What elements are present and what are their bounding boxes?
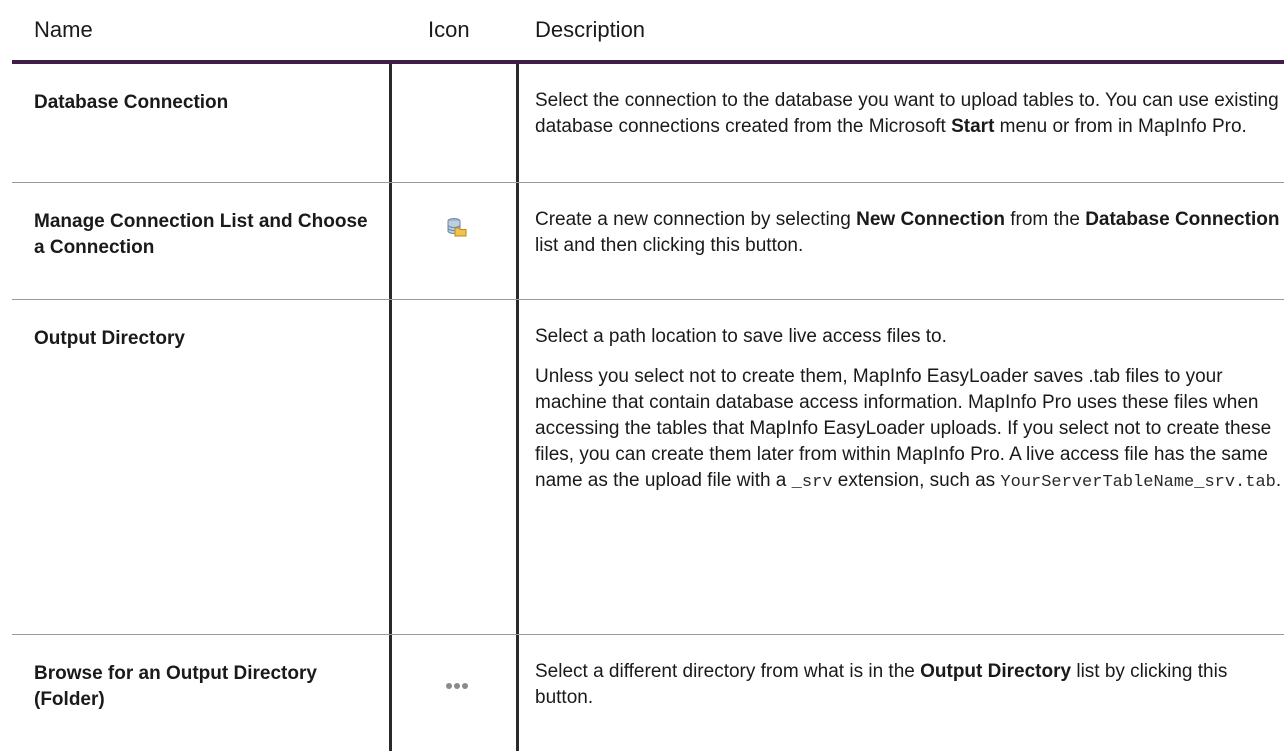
table-row: Database Connection Select the connectio… (12, 64, 1284, 183)
row-description: Select the connection to the database yo… (535, 90, 1279, 137)
database-folder-icon (447, 218, 467, 237)
description-cell: Select a different directory from what i… (519, 635, 1284, 751)
description-cell: Select the connection to the database yo… (519, 64, 1284, 182)
row-description: Select a different directory from what i… (535, 661, 1228, 708)
ellipsis-icon (446, 683, 468, 689)
icon-cell (392, 64, 519, 182)
icon-cell (392, 183, 519, 299)
header-description: Description (535, 17, 646, 42)
name-cell: Database Connection (12, 64, 392, 182)
row-name: Browse for an Output Directory (Folder) (34, 663, 317, 710)
row-name: Database Connection (34, 92, 229, 113)
name-cell: Output Directory (12, 300, 392, 634)
row-description: Create a new connection by selecting New… (535, 209, 1280, 256)
name-cell: Manage Connection List and Choose a Conn… (12, 183, 392, 299)
description-cell: Select a path location to save live acce… (519, 300, 1284, 634)
table-row: Output Directory Select a path location … (12, 300, 1284, 635)
table-header: Name Icon Description (12, 0, 1284, 64)
icon-cell (392, 300, 519, 634)
header-icon: Icon (428, 17, 470, 42)
reference-table: Name Icon Description Database Connectio… (12, 0, 1284, 751)
name-cell: Browse for an Output Directory (Folder) (12, 635, 392, 751)
row-name: Output Directory (34, 328, 185, 349)
table-row: Browse for an Output Directory (Folder) … (12, 635, 1284, 751)
row-description-summary: Select a path location to save live acce… (535, 326, 947, 347)
header-name: Name (34, 17, 93, 42)
table-row: Manage Connection List and Choose a Conn… (12, 183, 1284, 300)
row-name: Manage Connection List and Choose a Conn… (34, 211, 368, 258)
icon-cell (392, 635, 519, 751)
description-cell: Create a new connection by selecting New… (519, 183, 1284, 299)
row-description-detail: Unless you select not to create them, Ma… (535, 366, 1282, 492)
